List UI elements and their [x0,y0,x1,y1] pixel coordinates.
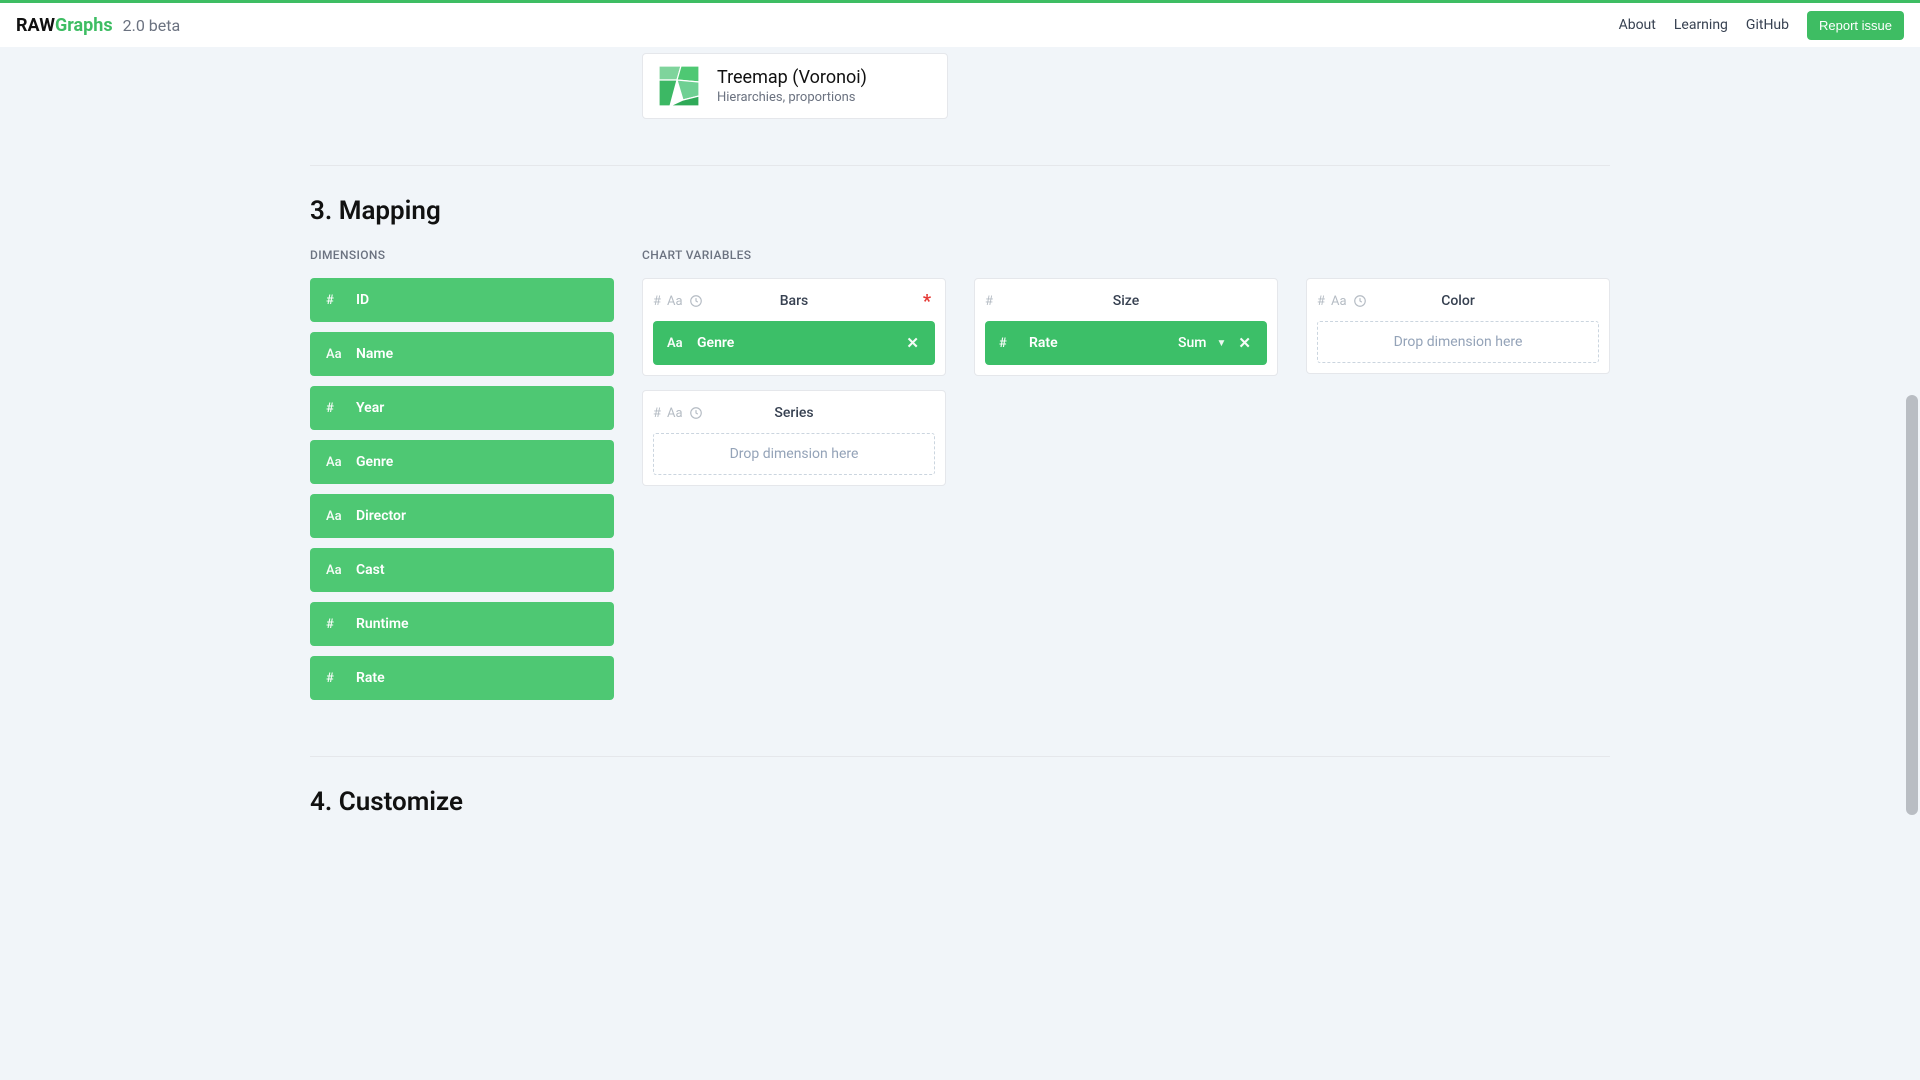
dropzone-placeholder: Drop dimension here [1394,334,1523,350]
brand-version: 2.0 beta [123,16,181,35]
dimensions-column: DIMENSIONS # ID Aa Name # Year Aa Genre … [310,248,614,710]
brand[interactable]: RAWGraphs 2.0 beta [16,15,180,36]
spacer-label [974,248,1278,262]
dimension-label: Name [356,346,393,362]
section-divider [310,165,1610,166]
brand-raw: RAW [16,15,55,36]
dimension-runtime[interactable]: # Runtime [310,602,614,646]
report-issue-button[interactable]: Report issue [1807,11,1904,40]
required-asterisk-icon: * [923,291,931,312]
chart-type-card[interactable]: Treemap (Voronoi) Hierarchies, proportio… [642,53,948,119]
nav-learning[interactable]: Learning [1674,17,1728,33]
variables-column-b: # Size # Rate Sum ▼ ✕ [974,248,1278,390]
variables-label: CHART VARIABLES [642,248,946,262]
color-dropzone[interactable]: Drop dimension here [1317,321,1599,363]
brand-graphs: Graphs [55,15,113,36]
variable-name: Bars [653,293,935,309]
hash-icon: # [326,401,348,416]
dimension-cast[interactable]: Aa Cast [310,548,614,592]
dimension-id[interactable]: # ID [310,278,614,322]
remove-mapping-icon[interactable]: ✕ [1236,336,1253,351]
hash-icon: # [326,617,348,632]
variable-size[interactable]: # Size # Rate Sum ▼ ✕ [974,278,1278,376]
text-icon: Aa [326,455,348,470]
aggregation-select[interactable]: Sum ▼ [1178,335,1226,351]
dimension-label: Genre [356,454,393,470]
variable-name: Series [653,405,935,421]
dimension-label: Runtime [356,616,409,632]
dimension-label: Director [356,508,406,524]
variable-name: Color [1317,293,1599,309]
customize-section-title: 4. Customize [310,787,1610,817]
variable-bars[interactable]: # Aa Bars * Aa Genre ✕ [642,278,946,376]
scrollbar-track[interactable] [1904,3,1920,1080]
dimension-genre[interactable]: Aa Genre [310,440,614,484]
dimension-rate[interactable]: # Rate [310,656,614,700]
dimension-label: Cast [356,562,385,578]
variables-column-a: CHART VARIABLES # Aa Bars * Aa Genre [642,248,946,500]
variable-color[interactable]: # Aa Color Drop dimension here [1306,278,1610,374]
mapped-bars-pill[interactable]: Aa Genre ✕ [653,321,935,365]
text-icon: Aa [326,563,348,578]
section-divider [310,756,1610,757]
nav-github[interactable]: GitHub [1746,17,1789,33]
dimension-director[interactable]: Aa Director [310,494,614,538]
hash-icon: # [326,293,348,308]
dimension-label: Year [356,400,384,416]
mapped-label: Genre [697,335,894,351]
dimension-name[interactable]: Aa Name [310,332,614,376]
variables-column-c: # Aa Color Drop dimension here [1306,248,1610,388]
mapped-size-pill[interactable]: # Rate Sum ▼ ✕ [985,321,1267,365]
text-icon: Aa [326,347,348,362]
mapping-section-title: 3. Mapping [310,196,1610,226]
chart-type-subtitle: Hierarchies, proportions [717,90,867,105]
top-nav: RAWGraphs 2.0 beta About Learning GitHub… [0,3,1920,47]
caret-down-icon: ▼ [1217,338,1227,349]
remove-mapping-icon[interactable]: ✕ [904,336,921,351]
text-icon: Aa [326,509,348,524]
dimensions-label: DIMENSIONS [310,248,614,262]
nav-about[interactable]: About [1619,17,1656,33]
voronoi-treemap-icon [659,66,699,106]
mapped-label: Rate [1029,335,1168,351]
variable-name: Size [985,293,1267,309]
series-dropzone[interactable]: Drop dimension here [653,433,935,475]
text-icon: Aa [667,336,687,351]
aggregation-value: Sum [1178,335,1206,351]
hash-icon: # [326,671,348,686]
dimension-label: Rate [356,670,385,686]
spacer-label [1306,248,1610,262]
dimension-year[interactable]: # Year [310,386,614,430]
dropzone-placeholder: Drop dimension here [730,446,859,462]
chart-type-title: Treemap (Voronoi) [717,67,867,88]
variable-series[interactable]: # Aa Series Drop dimension here [642,390,946,486]
dimension-label: ID [356,292,369,308]
scrollbar-thumb[interactable] [1906,395,1918,815]
hash-icon: # [999,336,1019,351]
